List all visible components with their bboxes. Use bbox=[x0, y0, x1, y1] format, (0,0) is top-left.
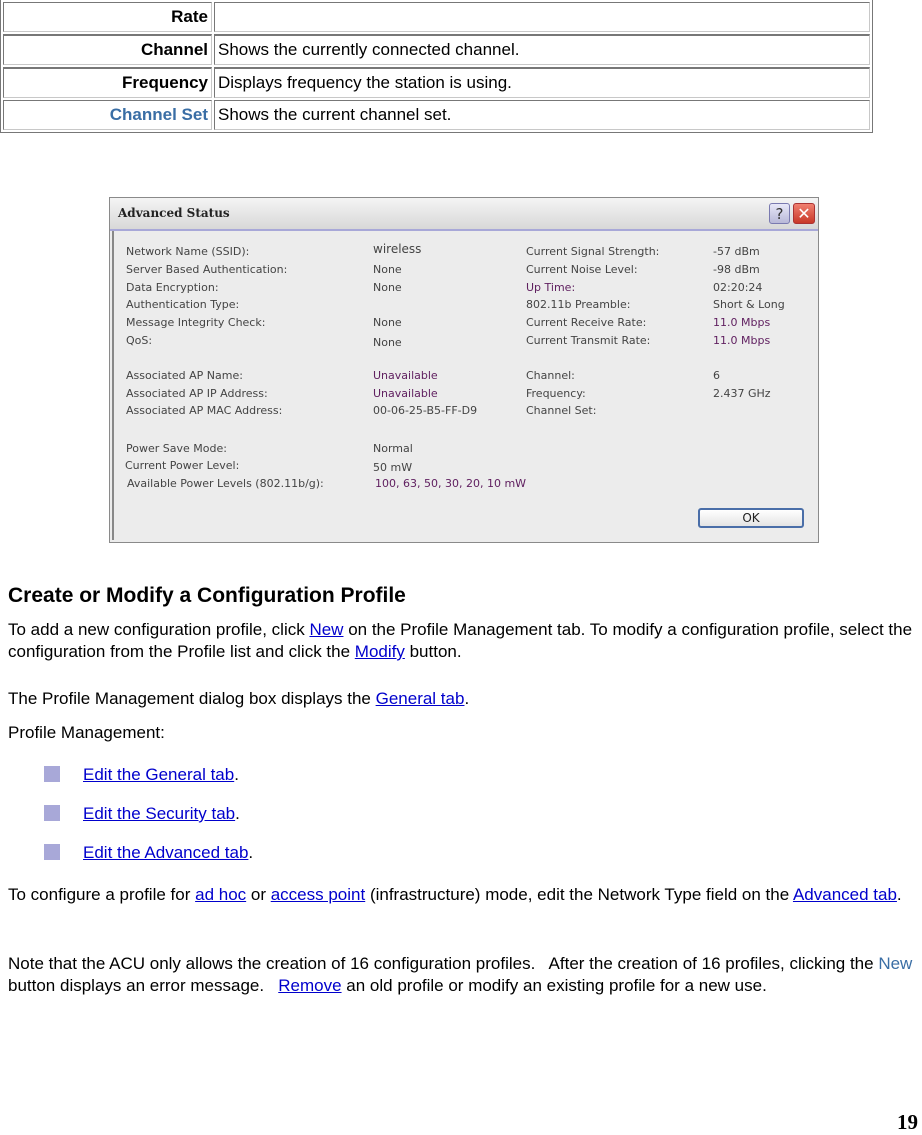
text: The Profile Management dialog box displa… bbox=[8, 689, 376, 708]
field-label: Up Time: bbox=[526, 281, 576, 294]
field-label: Available Power Levels (802.11b/g): bbox=[127, 477, 324, 490]
close-icon[interactable]: ✕ bbox=[793, 203, 815, 224]
field-label: Channel Set: bbox=[526, 404, 597, 417]
field-value: -98 dBm bbox=[713, 263, 760, 276]
new-button-reference: New bbox=[878, 954, 913, 973]
edit-general-tab-link[interactable]: Edit the General tab bbox=[83, 765, 234, 784]
field-label: Current Noise Level: bbox=[526, 263, 638, 276]
field-value: 6 bbox=[713, 369, 720, 382]
section-heading: Create or Modify a Configuration Profile bbox=[8, 584, 406, 607]
field-value: 2.437 GHz bbox=[713, 387, 771, 400]
modify-link[interactable]: Modify bbox=[355, 642, 405, 661]
field-label: Associated AP MAC Address: bbox=[126, 404, 283, 417]
advanced-tab-link[interactable]: Advanced tab bbox=[793, 885, 897, 904]
field-label: Server Based Authentication: bbox=[126, 263, 288, 276]
bullet-square-icon bbox=[44, 844, 60, 860]
table-desc bbox=[214, 2, 870, 32]
field-label: Current Receive Rate: bbox=[526, 316, 647, 329]
field-value: 100, 63, 50, 30, 20, 10 mW bbox=[375, 477, 527, 490]
text: . bbox=[464, 689, 470, 708]
text: To configure a profile for bbox=[8, 885, 196, 904]
help-icon[interactable]: ? bbox=[769, 203, 790, 224]
field-value: 11.0 Mbps bbox=[713, 334, 771, 347]
text: (infrastructure) mode, edit the Network … bbox=[365, 885, 793, 904]
paragraph-profile-limit: Note that the ACU only allows the creati… bbox=[8, 953, 913, 997]
field-label: Authentication Type: bbox=[126, 298, 240, 311]
new-link[interactable]: New bbox=[309, 620, 343, 639]
dialog-titlebar: Advanced Status ? ✕ bbox=[110, 198, 818, 231]
general-tab-link[interactable]: General tab bbox=[376, 689, 465, 708]
field-value: None bbox=[373, 281, 402, 294]
list-item: Edit the Advanced tab. bbox=[83, 843, 253, 863]
field-value: None bbox=[373, 263, 402, 276]
text: . bbox=[234, 765, 239, 784]
field-label: Current Signal Strength: bbox=[526, 245, 660, 258]
field-label: Message Integrity Check: bbox=[126, 316, 266, 329]
table-desc: Shows the currently connected channel. bbox=[214, 34, 870, 65]
field-value: 02:20:24 bbox=[713, 281, 763, 294]
field-label: Power Save Mode: bbox=[126, 442, 227, 455]
field-value: None bbox=[373, 316, 402, 329]
paragraph-general-tab: The Profile Management dialog box displa… bbox=[8, 688, 913, 710]
field-value: None bbox=[373, 336, 402, 349]
field-description-table: Rate Channel Shows the currently connect… bbox=[0, 0, 873, 133]
field-label: Data Encryption: bbox=[126, 281, 219, 294]
advanced-status-dialog: Advanced Status ? ✕ Network Name (SSID):… bbox=[109, 197, 819, 543]
remove-link[interactable]: Remove bbox=[278, 976, 341, 995]
field-value: Short & Long bbox=[713, 298, 785, 311]
text: . bbox=[896, 885, 902, 904]
dialog-title: Advanced Status bbox=[118, 206, 230, 220]
bullet-square-icon bbox=[44, 766, 60, 782]
field-label: 802.11b Preamble: bbox=[526, 298, 631, 311]
field-label: QoS: bbox=[126, 334, 153, 347]
field-value: 00-06-25-B5-FF-D9 bbox=[373, 404, 478, 417]
table-row: Channel Shows the currently connected ch… bbox=[3, 34, 870, 65]
table-key: Rate bbox=[3, 2, 212, 32]
field-label: Frequency: bbox=[526, 387, 586, 400]
field-value: wireless bbox=[373, 242, 422, 256]
text: . bbox=[248, 843, 254, 862]
table-row: Frequency Displays frequency the station… bbox=[3, 67, 870, 98]
text: To add a new configuration profile, clic… bbox=[8, 620, 310, 639]
page-number: 19 bbox=[897, 1110, 918, 1134]
table-key: Frequency bbox=[3, 67, 212, 98]
table-key: Channel Set bbox=[3, 100, 212, 130]
field-label: Current Power Level: bbox=[125, 459, 240, 472]
table-desc: Shows the current channel set. bbox=[214, 100, 870, 130]
field-label: Associated AP IP Address: bbox=[126, 387, 268, 400]
text: button. bbox=[404, 642, 462, 661]
table-key: Channel bbox=[3, 34, 212, 65]
edit-security-tab-link[interactable]: Edit the Security tab bbox=[83, 804, 235, 823]
field-value: 11.0 Mbps bbox=[713, 316, 771, 329]
access-point-link[interactable]: access point bbox=[271, 885, 366, 904]
field-label: Current Transmit Rate: bbox=[526, 334, 651, 347]
table-row: Rate bbox=[3, 2, 870, 32]
field-label: Associated AP Name: bbox=[126, 369, 243, 382]
ok-button[interactable]: OK bbox=[698, 508, 804, 528]
dialog-body: Network Name (SSID): wireless Server Bas… bbox=[112, 231, 816, 540]
field-value: Normal bbox=[373, 442, 413, 455]
paragraph-add-modify: To add a new configuration profile, clic… bbox=[8, 619, 913, 663]
paragraph-network-type: To configure a profile for ad hoc or acc… bbox=[8, 884, 913, 906]
field-value: Unavailable bbox=[373, 387, 438, 400]
field-label: Channel: bbox=[526, 369, 575, 382]
bullet-square-icon bbox=[44, 805, 60, 821]
field-value: Unavailable bbox=[373, 369, 438, 382]
text: . bbox=[235, 804, 240, 823]
field-label: Network Name (SSID): bbox=[126, 245, 250, 258]
table-row: Channel Set Shows the current channel se… bbox=[3, 100, 870, 130]
list-item: Edit the General tab. bbox=[83, 765, 239, 785]
ad-hoc-link[interactable]: ad hoc bbox=[195, 885, 246, 904]
field-value: -57 dBm bbox=[713, 245, 760, 258]
field-value: 50 mW bbox=[373, 461, 413, 474]
text: or bbox=[246, 885, 271, 904]
profile-management-label: Profile Management: bbox=[8, 723, 165, 742]
edit-advanced-tab-link[interactable]: Edit the Advanced tab bbox=[83, 843, 248, 862]
text: an old profile or modify an existing pro… bbox=[341, 976, 767, 995]
table-desc: Displays frequency the station is using. bbox=[214, 67, 870, 98]
list-item: Edit the Security tab. bbox=[83, 804, 240, 824]
text: Note that the ACU only allows the creati… bbox=[8, 954, 879, 973]
